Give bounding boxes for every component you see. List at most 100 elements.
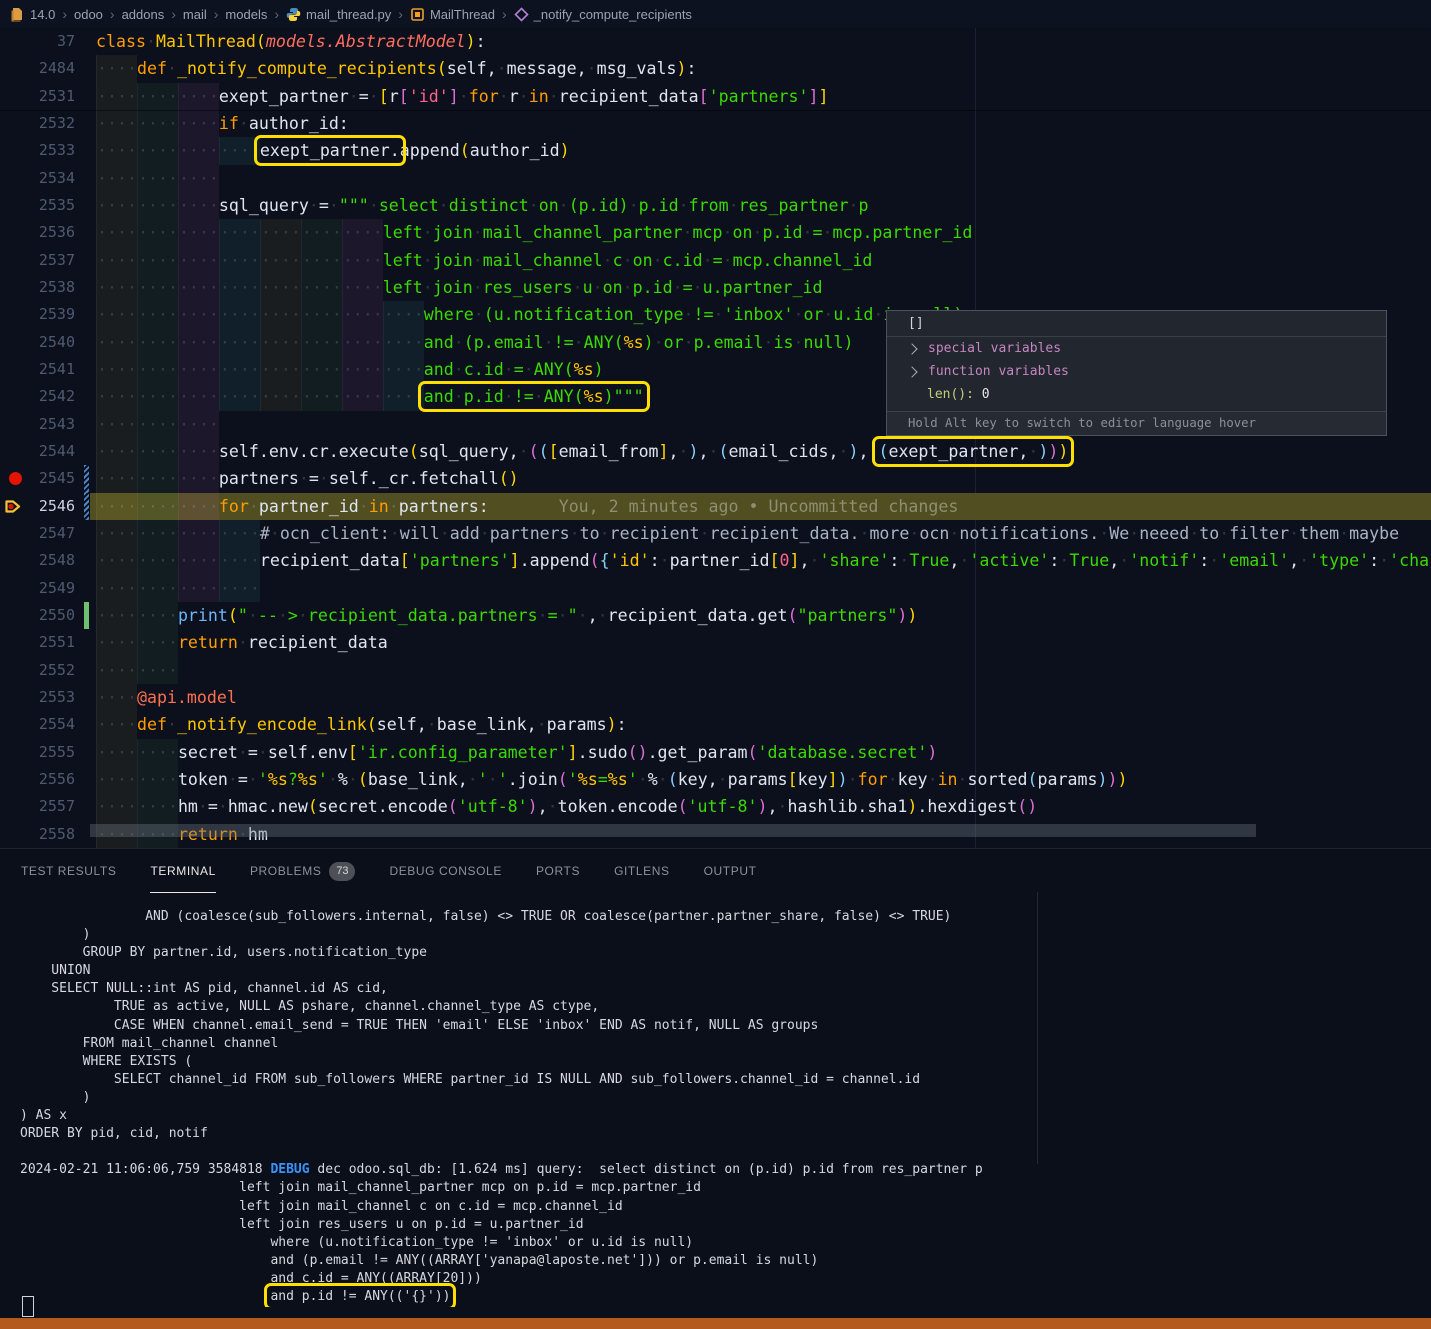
editor-gutter[interactable]: 37 xyxy=(0,28,90,55)
line-number[interactable]: 2533 xyxy=(5,137,75,164)
hover-item-function-variables[interactable]: function variables xyxy=(887,360,1386,383)
breadcrumb-item-models[interactable]: models xyxy=(225,7,267,22)
code-content[interactable]: ············self.env.cr.execute(sql_quer… xyxy=(90,438,1431,465)
code-line[interactable]: 2553····@api.model xyxy=(0,684,1431,711)
code-line[interactable]: 37 class·MailThread(models.AbstractModel)… xyxy=(0,28,1431,55)
line-number[interactable]: 2544 xyxy=(5,438,75,465)
line-number[interactable]: 2553 xyxy=(5,684,75,711)
editor-gutter[interactable]: 2554 xyxy=(0,711,90,738)
code-line[interactable]: 2551 ········return·recipient_data xyxy=(0,629,1431,656)
breadcrumb-item-14-0[interactable]: 14.0 xyxy=(30,7,55,22)
editor-gutter[interactable]: 2536 xyxy=(0,219,90,246)
code-content[interactable]: ················ xyxy=(90,575,1431,602)
gutter-change-indicator[interactable] xyxy=(84,493,89,520)
line-number[interactable]: 2546 xyxy=(5,493,75,520)
code-content[interactable]: ············partners·=·self._cr.fetchall… xyxy=(90,465,1431,492)
code-line[interactable]: 2532 ············if·author_id: xyxy=(0,110,1431,137)
line-number[interactable]: 2556 xyxy=(5,766,75,793)
editor-gutter[interactable]: 2547 xyxy=(0,520,90,547)
code-line[interactable]: 2548················recipient_data['part… xyxy=(0,547,1431,574)
terminal-output[interactable]: AND (coalesce(sub_followers.internal, fa… xyxy=(0,893,1431,1307)
code-line[interactable]: 2533················exept_partner.append… xyxy=(0,137,1431,164)
breadcrumb-item-addons[interactable]: addons xyxy=(122,7,165,22)
line-number[interactable]: 2539 xyxy=(5,301,75,328)
code-content[interactable]: ····························left·join·re… xyxy=(90,274,1431,301)
editor-gutter[interactable]: 2541 xyxy=(0,356,90,383)
code-editor[interactable]: 37 class·MailThread(models.AbstractModel)… xyxy=(0,28,1431,848)
line-number[interactable]: 2552 xyxy=(5,657,75,684)
editor-gutter[interactable]: 2557 xyxy=(0,793,90,820)
editor-gutter[interactable]: 2543 xyxy=(0,411,90,438)
line-number[interactable]: 2547 xyxy=(5,520,75,547)
editor-gutter[interactable]: 2533 xyxy=(0,137,90,164)
editor-gutter[interactable]: 2532 xyxy=(0,110,90,137)
editor-gutter[interactable]: 2548 xyxy=(0,547,90,574)
editor-gutter[interactable]: 2534 xyxy=(0,165,90,192)
code-line[interactable]: 2534 ············ xyxy=(0,165,1431,192)
line-number[interactable]: 2541 xyxy=(5,356,75,383)
editor-gutter[interactable]: 2544 xyxy=(0,438,90,465)
code-content[interactable]: ········hm·=·hmac.new(secret.encode('utf… xyxy=(90,793,1431,820)
breadcrumb-item-odoo[interactable]: odoo xyxy=(74,7,103,22)
line-number[interactable]: 2536 xyxy=(5,219,75,246)
panel-tab-problems[interactable]: PROBLEMS73 xyxy=(250,850,356,892)
editor-gutter[interactable]: 2553 xyxy=(0,684,90,711)
code-content[interactable]: class·MailThread(models.AbstractModel): xyxy=(90,28,1431,55)
editor-gutter[interactable]: 2556 xyxy=(0,766,90,793)
editor-gutter[interactable]: 2549 xyxy=(0,575,90,602)
editor-gutter[interactable]: 2552 xyxy=(0,657,90,684)
code-content[interactable]: ············exept_partner·=·[r['id']·for… xyxy=(90,83,1431,110)
line-number[interactable]: 2550 xyxy=(5,602,75,629)
code-content[interactable]: ············for·partner_id·in·partners:Y… xyxy=(90,493,1431,520)
code-line[interactable]: 2556 ········token·=·'%s?%s'·%·(base_link… xyxy=(0,766,1431,793)
editor-gutter[interactable]: 2546 xyxy=(0,493,90,520)
editor-gutter[interactable]: 2555 xyxy=(0,739,90,766)
panel-tab-gitlens[interactable]: GITLENS xyxy=(614,850,670,892)
line-number[interactable]: 2549 xyxy=(5,575,75,602)
breadcrumb-item--notify-compute-recipients[interactable]: _notify_compute_recipients xyxy=(514,7,692,22)
line-number[interactable]: 2555 xyxy=(5,739,75,766)
line-number[interactable]: 2558 xyxy=(5,821,75,848)
editor-gutter[interactable]: 2551 xyxy=(0,629,90,656)
code-content[interactable]: ····def·_notify_compute_recipients(self,… xyxy=(90,55,1431,82)
line-number[interactable]: 37 xyxy=(5,28,75,55)
code-content[interactable]: ········token·=·'%s?%s'·%·(base_link,·'·… xyxy=(90,766,1431,793)
code-line[interactable]: 2484····def·_notify_compute_recipients(s… xyxy=(0,55,1431,82)
editor-gutter[interactable]: 2535 xyxy=(0,192,90,219)
code-content[interactable]: ············if·author_id: xyxy=(90,110,1431,137)
editor-gutter[interactable]: 2538 xyxy=(0,274,90,301)
code-line[interactable]: 2538····························left·joi… xyxy=(0,274,1431,301)
line-number[interactable]: 2534 xyxy=(5,165,75,192)
panel-tab-terminal[interactable]: TERMINAL xyxy=(150,850,215,893)
editor-gutter[interactable]: 2531 xyxy=(0,83,90,110)
code-content[interactable]: ········secret·=·self.env['ir.config_par… xyxy=(90,739,1431,766)
gutter-change-indicator[interactable] xyxy=(84,465,89,492)
code-content[interactable]: ····························left·join·ma… xyxy=(90,219,1431,246)
code-line[interactable]: 2547················#·ocn_client:·will·a… xyxy=(0,520,1431,547)
code-line[interactable]: 2537 ····························left·joi… xyxy=(0,247,1431,274)
code-content[interactable]: ············sql_query·=·"""·select·disti… xyxy=(90,192,1431,219)
line-number[interactable]: 2535 xyxy=(5,192,75,219)
panel-tab-test-results[interactable]: TEST RESULTS xyxy=(21,850,116,892)
editor-gutter[interactable]: 2537 xyxy=(0,247,90,274)
line-number[interactable]: 2548 xyxy=(5,547,75,574)
editor-gutter[interactable]: 2558 xyxy=(0,821,90,848)
code-content[interactable]: ····························left·join·ma… xyxy=(90,247,1431,274)
code-line[interactable]: 2555 ········secret·=·self.env['ir.config… xyxy=(0,739,1431,766)
line-number[interactable]: 2551 xyxy=(5,629,75,656)
code-line[interactable]: 2545············partners·=·self._cr.fetc… xyxy=(0,465,1431,492)
panel-tab-debug-console[interactable]: DEBUG CONSOLE xyxy=(389,850,502,892)
line-number[interactable]: 2531 xyxy=(5,83,75,110)
code-content[interactable]: ········return·recipient_data xyxy=(90,629,1431,656)
line-number[interactable]: 2537 xyxy=(5,247,75,274)
breadcrumb-item-mail-thread-py[interactable]: mail_thread.py xyxy=(286,7,391,22)
line-number[interactable]: 2540 xyxy=(5,329,75,356)
code-line[interactable]: 2544 ············self.env.cr.execute(sql_… xyxy=(0,438,1431,465)
hover-item-special-variables[interactable]: special variables xyxy=(887,337,1386,360)
code-content[interactable]: ············ xyxy=(90,165,1431,192)
line-number[interactable]: 2532 xyxy=(5,110,75,137)
gutter-change-indicator[interactable] xyxy=(84,602,89,629)
code-line[interactable]: 2535 ············sql_query·=·"""·select·d… xyxy=(0,192,1431,219)
line-number[interactable]: 2557 xyxy=(5,793,75,820)
code-line[interactable]: 2550········print("·--·>·recipient_data.… xyxy=(0,602,1431,629)
